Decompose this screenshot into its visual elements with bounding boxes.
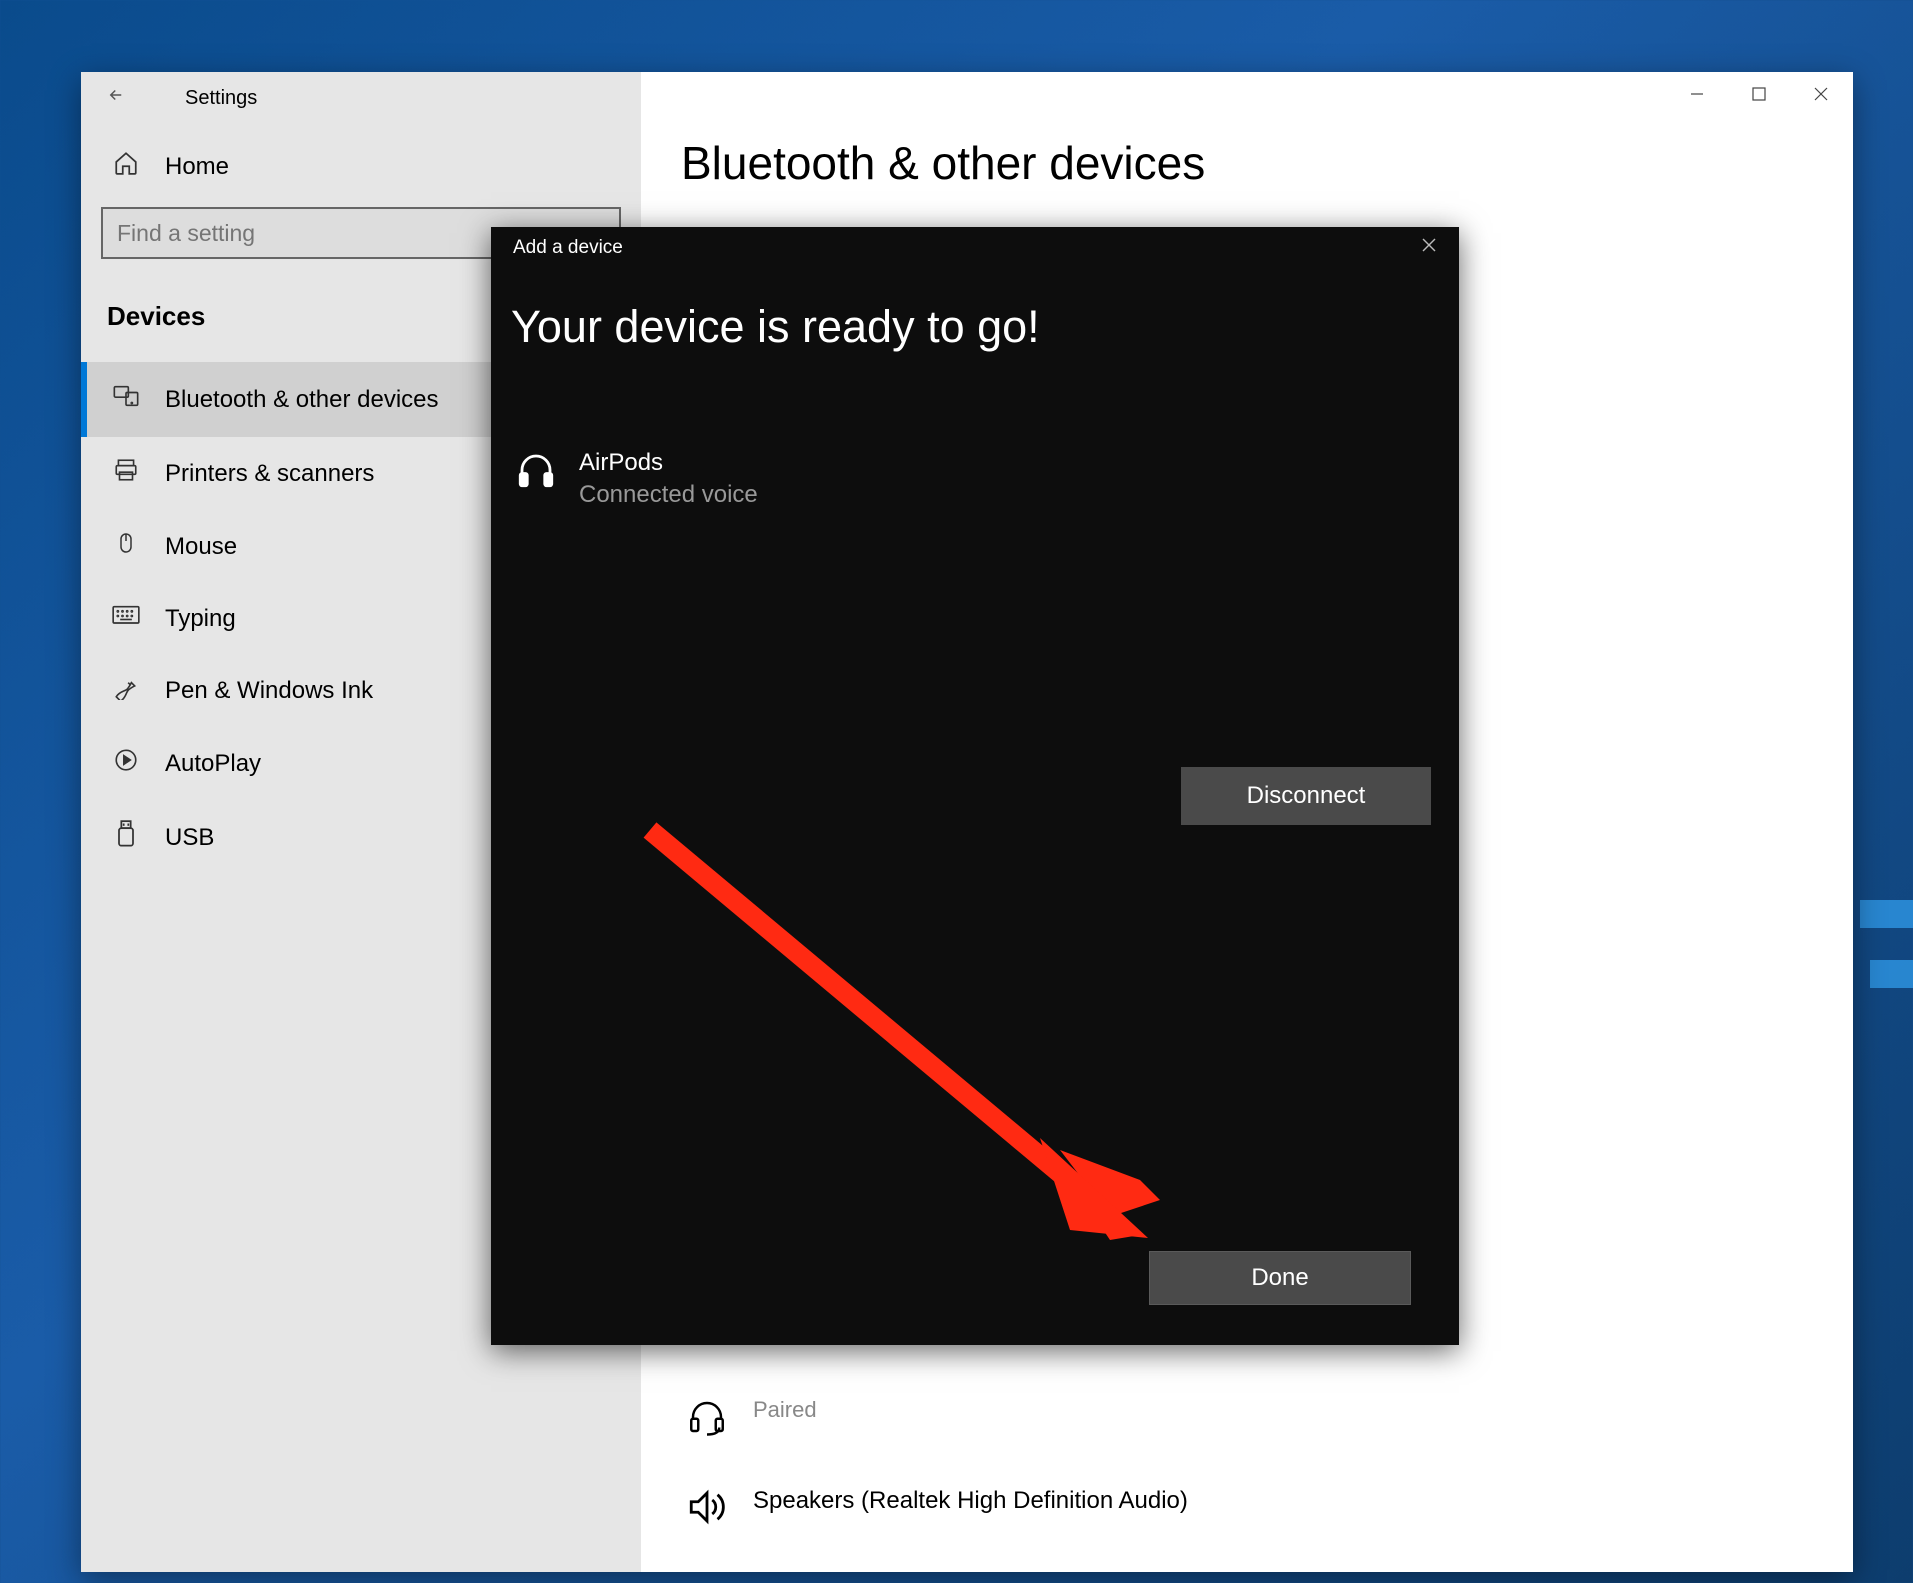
window-close[interactable] [1813,86,1829,107]
dialog-device-status: Connected voice [579,481,758,509]
add-device-dialog: Add a device Your device is ready to go!… [491,227,1459,1345]
done-button[interactable]: Done [1149,1251,1411,1305]
nav-home[interactable]: Home [81,142,641,207]
desktop-background [1860,900,1913,928]
disconnect-button[interactable]: Disconnect [1181,767,1431,825]
window-minimize[interactable] [1689,86,1705,107]
device-row[interactable]: Paired [683,1387,1188,1477]
desktop-background [1870,960,1913,988]
window-controls [1689,86,1829,107]
speaker-icon [683,1487,731,1527]
dialog-heading: Your device is ready to go! [491,269,1459,353]
device-list: Paired Speakers (Realtek High Definition… [683,1387,1188,1567]
sidebar-item-label: Typing [165,605,236,633]
device-status: Paired [753,1397,817,1423]
dialog-close-button[interactable] [1421,237,1437,259]
sidebar-item-label: Printers & scanners [165,460,374,488]
sidebar-item-label: Mouse [165,533,237,561]
back-button[interactable] [107,86,125,110]
headphones-icon [515,449,557,491]
bluetooth-devices-icon [111,382,141,417]
dialog-device-name: AirPods [579,449,758,477]
pen-icon [111,674,141,707]
sidebar-item-label: USB [165,824,214,852]
sidebar-item-label: AutoPlay [165,750,261,778]
dialog-device: AirPods Connected voice [491,353,1459,509]
headset-icon [683,1397,731,1437]
device-row[interactable]: Speakers (Realtek High Definition Audio) [683,1477,1188,1567]
window-maximize[interactable] [1751,86,1767,107]
sidebar-item-label: Bluetooth & other devices [165,386,439,414]
home-icon [111,150,141,183]
dialog-title: Add a device [513,237,623,259]
page-title: Bluetooth & other devices [681,136,1813,190]
keyboard-icon [111,603,141,634]
nav-home-label: Home [165,153,229,181]
window-title: Settings [185,87,257,110]
autoplay-icon [111,747,141,780]
usb-icon [111,820,141,855]
mouse-icon [111,530,141,563]
device-name: Speakers (Realtek High Definition Audio) [753,1487,1188,1515]
sidebar-item-label: Pen & Windows Ink [165,677,373,705]
printer-icon [111,457,141,490]
